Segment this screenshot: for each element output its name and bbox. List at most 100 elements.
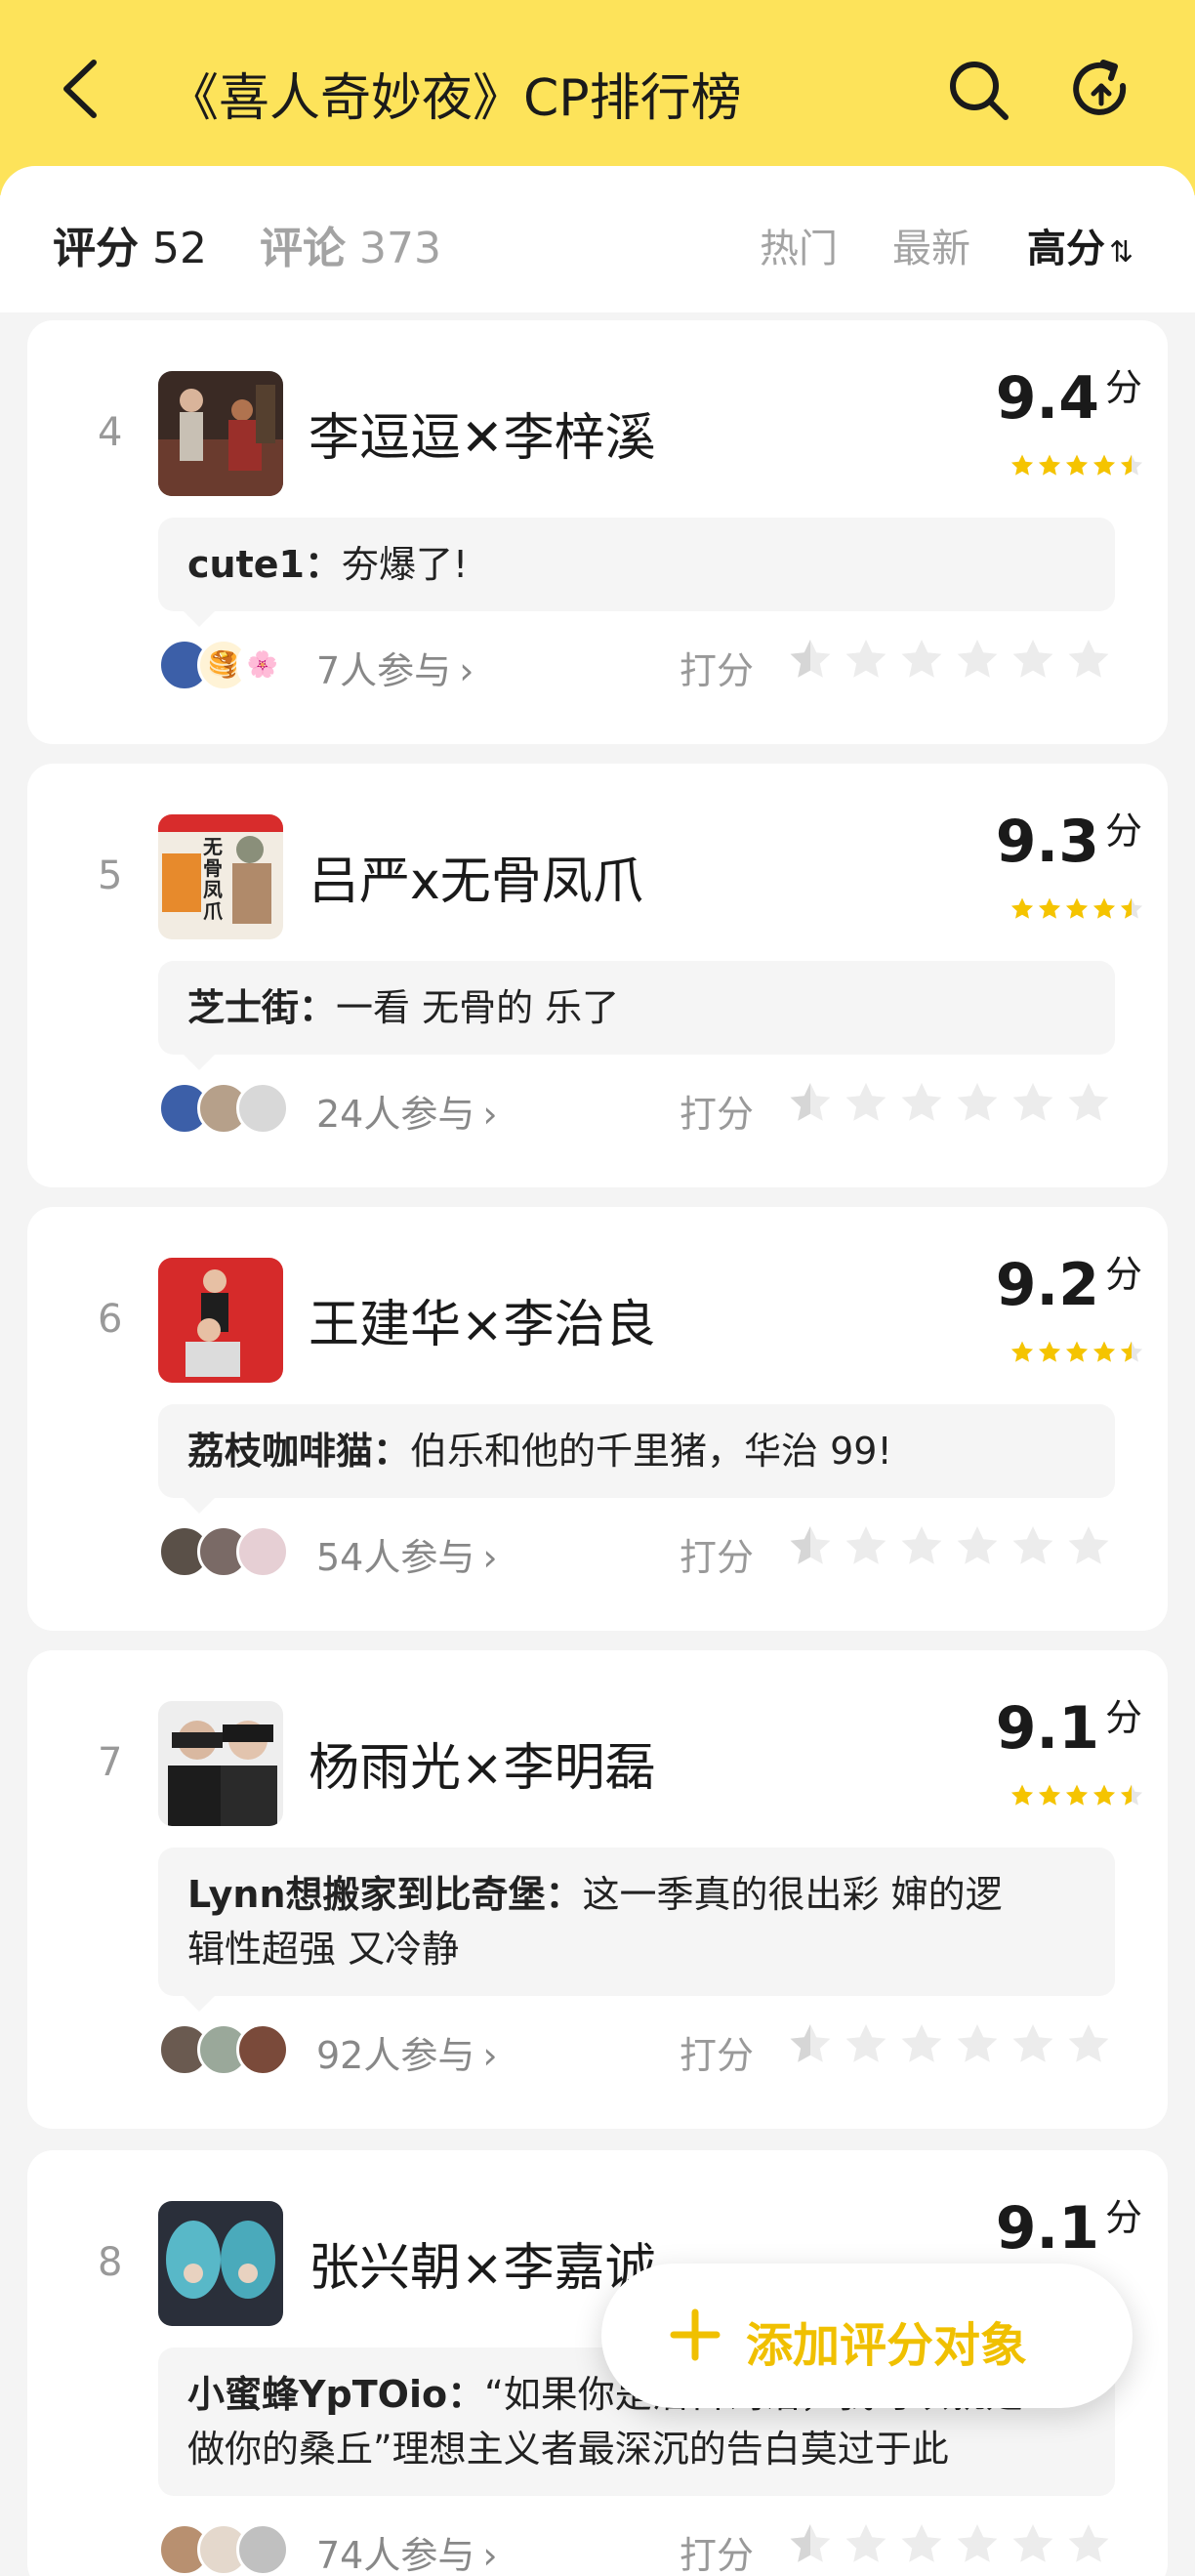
chevron-right-icon: › <box>482 2534 498 2576</box>
star-icon <box>1012 2524 1053 2562</box>
participant-avatars[interactable] <box>158 2523 289 2576</box>
score: 9.1 分 <box>996 2187 1142 2263</box>
star-icon <box>1012 640 1053 678</box>
star-icon <box>1065 1341 1089 1362</box>
search-icon <box>950 62 1009 120</box>
rate-label: 打分 <box>680 1536 755 1579</box>
avatar <box>236 2523 289 2576</box>
star-icon <box>1038 1784 1061 1806</box>
tab-rating[interactable]: 评分 52 <box>53 213 207 275</box>
sort-icon: ⇅ <box>1109 235 1134 270</box>
sort-high-label: 高分 <box>1027 227 1105 271</box>
sort-hot[interactable]: 热门 <box>760 217 838 273</box>
rate-label: 打分 <box>680 649 755 692</box>
cp-name-left: 李逗逗 <box>309 409 462 468</box>
star-icon <box>957 2524 998 2562</box>
cp-card[interactable]: 7 杨雨光×李明磊 9.1 分 Lynn想搬家到比奇堡：这一季真的很出彩 婶的逻辑… <box>27 1650 1168 2129</box>
star-icon <box>1065 1784 1089 1806</box>
participants-link[interactable]: 74人参与 › <box>316 2525 498 2576</box>
cover-image[interactable] <box>158 2201 283 2326</box>
cover-image[interactable] <box>158 1258 283 1383</box>
rate-stars[interactable] <box>787 2021 1112 2068</box>
star-icon <box>1038 1341 1061 1362</box>
page-title: 《喜人奇妙夜》CP排行榜 <box>168 69 742 128</box>
sort-high[interactable]: 高分 ⇅ <box>1027 217 1133 273</box>
comment-user: 小蜜蜂YpTOio： <box>187 2373 485 2416</box>
rate-stars[interactable] <box>787 1080 1112 1127</box>
top-comment[interactable]: 芝士街：一看 无骨的 乐了 <box>158 961 1115 1055</box>
comment-text-line2: 辑性超强 又冷静 <box>187 1928 460 1971</box>
participants-link[interactable]: 54人参与 › <box>316 1527 498 1581</box>
participants-count: 24人参与 <box>316 1093 475 1136</box>
participant-avatars[interactable] <box>158 1082 289 1135</box>
comment-user: cute1： <box>187 543 342 586</box>
star-icon <box>957 1083 998 1121</box>
cp-name[interactable]: 杨雨光×李明磊 <box>309 1726 656 1800</box>
refresh-button[interactable] <box>1068 57 1134 123</box>
chevron-right-icon: › <box>482 1093 498 1136</box>
star-icon <box>1092 1784 1116 1806</box>
cp-name[interactable]: 李逗逗✕李梓溪 <box>309 396 656 470</box>
cp-card[interactable]: 6 王建华×李治良 9.2 分 荔枝咖啡猫：伯乐和他的千里猪，华治 99! 54人… <box>27 1207 1168 1631</box>
avatar <box>236 1525 289 1578</box>
top-comment[interactable]: cute1：夯爆了! <box>158 518 1115 611</box>
rate-label: 打分 <box>680 2534 755 2576</box>
cp-name[interactable]: 张兴朝×李嘉诚 <box>309 2226 656 2300</box>
comment-tip <box>184 1498 215 1514</box>
cp-card[interactable]: 5 无骨凤爪 吕严x无骨凤爪 9.3 分 芝士街：一看 无骨的 乐了 24人参与 ›… <box>27 764 1168 1187</box>
participant-avatars[interactable]: 🥞 🌸 <box>158 639 289 691</box>
cp-name[interactable]: 吕严x无骨凤爪 <box>309 840 643 913</box>
comment-text: 夯爆了! <box>341 543 469 586</box>
avatar <box>236 1082 289 1135</box>
refresh-icon <box>1073 60 1127 115</box>
participants-link[interactable]: 92人参与 › <box>316 2025 498 2079</box>
star-icon <box>1038 897 1061 919</box>
star-icon <box>901 1526 942 1564</box>
score-unit: 分 <box>1104 2196 1142 2239</box>
participants-link[interactable]: 7人参与 › <box>316 641 474 694</box>
cover-image[interactable]: 无骨凤爪 <box>158 814 283 939</box>
star-icon <box>790 1526 831 1564</box>
cp-name[interactable]: 王建华×李治良 <box>309 1283 656 1356</box>
score-value: 9.1 <box>995 2194 1099 2263</box>
sort-new[interactable]: 最新 <box>892 217 970 273</box>
score: 9.3 分 <box>996 801 1142 876</box>
participant-avatars[interactable] <box>158 1525 289 1578</box>
star-icon <box>1120 1784 1143 1806</box>
score-stars <box>1010 1783 1144 1808</box>
score: 9.1 分 <box>996 1687 1142 1763</box>
cover-image[interactable] <box>158 371 283 496</box>
back-button[interactable] <box>51 55 109 123</box>
star-icon <box>1012 2024 1053 2062</box>
rate-stars[interactable] <box>787 2521 1112 2568</box>
participants-link[interactable]: 24人参与 › <box>316 1084 498 1138</box>
top-comment[interactable]: Lynn想搬家到比奇堡：这一季真的很出彩 婶的逻 辑性超强 又冷静 <box>158 1848 1115 1996</box>
comment-text: 伯乐和他的千里猪，华治 99! <box>410 1430 892 1473</box>
comment-user: 芝士街： <box>187 986 337 1029</box>
comment-text: 一看 无骨的 乐了 <box>336 986 620 1029</box>
star-icon <box>1038 454 1061 476</box>
comment-text-line2: 做你的桑丘”理想主义者最深沉的告白莫过于此 <box>187 2428 949 2471</box>
participant-avatars[interactable] <box>158 2023 289 2076</box>
star-icon <box>1120 454 1143 476</box>
star-icon <box>901 1083 942 1121</box>
star-icon <box>790 2024 831 2062</box>
star-icon <box>1065 454 1089 476</box>
comment-user: Lynn想搬家到比奇堡： <box>187 1873 583 1916</box>
rank-number: 4 <box>98 410 123 455</box>
rate-stars[interactable] <box>787 637 1112 684</box>
top-comment[interactable]: 荔枝咖啡猫：伯乐和他的千里猪，华治 99! <box>158 1404 1115 1498</box>
tab-comments[interactable]: 评论 373 <box>260 213 441 275</box>
tab-count: 52 <box>152 224 207 273</box>
add-rating-target-button[interactable]: 添加评分对象 <box>601 2264 1133 2408</box>
rate-stars[interactable] <box>787 1523 1112 1570</box>
star-icon <box>1068 1526 1109 1564</box>
search-button[interactable] <box>945 57 1011 123</box>
score-unit: 分 <box>1104 366 1142 409</box>
star-icon <box>1068 640 1109 678</box>
star-icon <box>957 2024 998 2062</box>
cp-card[interactable]: 4 李逗逗✕李梓溪 9.4 分 cute1：夯爆了! 🥞 🌸 7人参与 › 打分 <box>27 320 1168 744</box>
cover-image[interactable] <box>158 1701 283 1826</box>
chevron-right-icon: › <box>482 2034 498 2077</box>
star-icon <box>1012 1083 1053 1121</box>
